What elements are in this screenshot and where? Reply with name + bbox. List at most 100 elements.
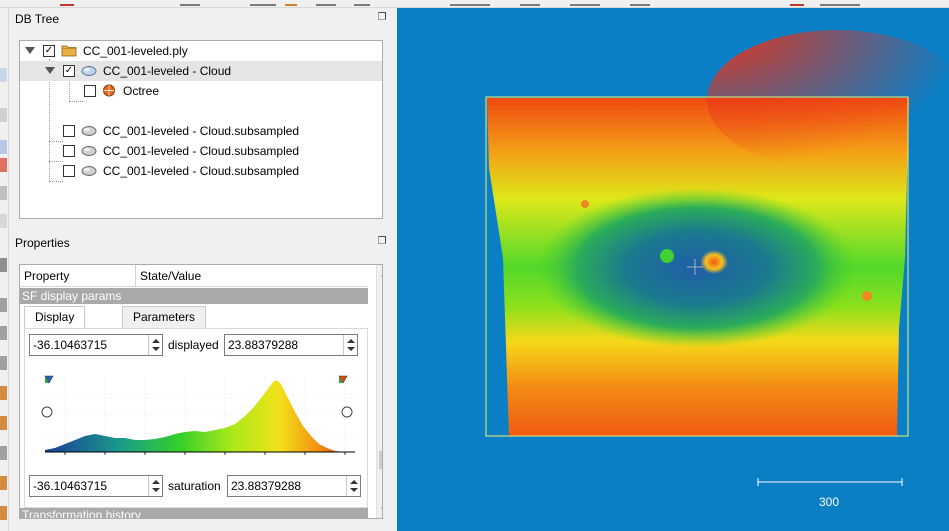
- column-header-property[interactable]: Property: [20, 265, 135, 287]
- float-panel-icon[interactable]: ❐: [376, 12, 388, 24]
- folder-icon: [61, 45, 77, 57]
- toolbar-button[interactable]: [630, 0, 650, 6]
- db-tree-title-text: DB Tree: [15, 12, 60, 26]
- tree-connector: [49, 181, 63, 182]
- tree-item-label: CC_001-leveled - Cloud: [103, 64, 232, 78]
- scale-bar-label: 300: [819, 495, 840, 509]
- tree-item-cloud[interactable]: ✓ CC_001-leveled - Cloud: [20, 61, 382, 81]
- tree-item-label: Octree: [123, 84, 160, 98]
- displayed-max-value: 23.88379288: [228, 338, 299, 352]
- displayed-min-value: -36.10463715: [33, 338, 108, 352]
- tree-item-octree[interactable]: Octree: [20, 81, 382, 101]
- tool-icon[interactable]: [0, 68, 7, 82]
- tool-icon[interactable]: [0, 326, 7, 340]
- tool-icon[interactable]: [0, 446, 7, 460]
- tool-icon[interactable]: [0, 416, 7, 430]
- scroll-thumb[interactable]: [379, 451, 382, 469]
- db-tree-title: DB Tree ❐: [9, 9, 394, 29]
- toolbar-button[interactable]: [316, 0, 336, 6]
- tool-icon[interactable]: [0, 356, 7, 370]
- tree-connector: [69, 101, 83, 102]
- cloud-icon: [81, 166, 97, 176]
- scroll-down-icon[interactable]: [381, 507, 382, 512]
- toolbar-button[interactable]: [520, 0, 540, 6]
- toolbar-button[interactable]: [250, 0, 276, 6]
- saturation-min-spinbox[interactable]: -36.10463715: [29, 475, 163, 497]
- saturation-min-value: -36.10463715: [33, 479, 108, 493]
- tool-icon[interactable]: [0, 140, 7, 154]
- displayed-max-spinbox[interactable]: 23.88379288: [224, 334, 358, 356]
- tree-item-subsampled[interactable]: CC_001-leveled - Cloud.subsampled: [20, 161, 382, 181]
- visibility-checkbox[interactable]: [63, 165, 75, 177]
- histogram-bars: [45, 380, 345, 452]
- tool-icon[interactable]: [0, 214, 7, 228]
- tool-icon[interactable]: [0, 258, 7, 272]
- toolbar-button[interactable]: [60, 0, 74, 6]
- saturation-label: saturation: [168, 479, 221, 493]
- range-min-handle[interactable]: [41, 375, 54, 418]
- point-cloud-render[interactable]: [397, 8, 949, 531]
- spinbox-arrows-icon[interactable]: [346, 476, 360, 496]
- tab-display-ranges[interactable]: Display ranges: [24, 306, 86, 344]
- top-toolbar: [0, 0, 949, 8]
- tree-item-label: CC_001-leveled - Cloud.subsampled: [103, 124, 300, 138]
- visibility-checkbox[interactable]: [84, 85, 96, 97]
- properties-header: Property State/Value: [20, 265, 368, 287]
- 3d-view[interactable]: 300: [397, 8, 949, 531]
- tool-icon[interactable]: [0, 386, 7, 400]
- tool-icon[interactable]: [0, 158, 7, 172]
- tool-icon[interactable]: [0, 298, 7, 312]
- spinbox-arrows-icon[interactable]: [148, 335, 162, 355]
- cloud-icon: [81, 66, 97, 76]
- properties-scrollbar[interactable]: [376, 265, 382, 518]
- display-ranges-panel: -36.10463715 displayed 23.88379288 -36.1…: [24, 328, 368, 508]
- point-cloud-spot: [581, 200, 589, 208]
- saturation-max-spinbox[interactable]: 23.88379288: [227, 475, 361, 497]
- cloud-icon: [81, 126, 97, 136]
- expand-arrow-icon[interactable]: [45, 67, 55, 74]
- toolbar-button[interactable]: [285, 0, 297, 6]
- toolbar-button[interactable]: [354, 0, 370, 6]
- tool-icon[interactable]: [0, 108, 7, 122]
- saturation-max-value: 23.88379288: [231, 479, 302, 493]
- displayed-label: displayed: [168, 338, 219, 352]
- visibility-checkbox[interactable]: [63, 145, 75, 157]
- scale-bar: [757, 478, 903, 486]
- tree-item-subsampled[interactable]: CC_001-leveled - Cloud.subsampled: [20, 121, 382, 141]
- tree-item-ply-file[interactable]: ✓ CC_001-leveled.ply: [20, 41, 382, 61]
- expand-arrow-icon[interactable]: [25, 47, 35, 54]
- visibility-checkbox[interactable]: [63, 125, 75, 137]
- toolbar-button[interactable]: [820, 0, 860, 6]
- section-sf-display-params: SF display params: [20, 288, 368, 304]
- toolbar-button[interactable]: [790, 0, 804, 6]
- point-cloud-spot: [862, 291, 872, 301]
- properties-title: Properties ❐: [9, 233, 394, 253]
- float-panel-icon[interactable]: ❐: [376, 236, 388, 248]
- tree-item-subsampled[interactable]: CC_001-leveled - Cloud.subsampled: [20, 141, 382, 161]
- range-max-handle[interactable]: [338, 375, 353, 418]
- tool-icon[interactable]: [0, 186, 7, 200]
- point-cloud-spot: [660, 249, 674, 263]
- tree-item-label: CC_001-leveled - Cloud.subsampled: [103, 144, 300, 158]
- point-cloud-basin: [537, 188, 857, 348]
- sf-histogram[interactable]: [25, 374, 369, 459]
- displayed-min-spinbox[interactable]: -36.10463715: [29, 334, 163, 356]
- tool-icon[interactable]: [0, 506, 7, 520]
- toolbar-button[interactable]: [180, 0, 200, 6]
- tab-parameters[interactable]: Parameters: [122, 306, 207, 328]
- visibility-checkbox[interactable]: ✓: [43, 45, 55, 57]
- section-transformation-history: Transformation history: [20, 508, 368, 518]
- scroll-up-icon[interactable]: [381, 271, 382, 276]
- spinbox-arrows-icon[interactable]: [343, 335, 357, 355]
- column-header-value[interactable]: State/Value: [135, 265, 368, 287]
- tool-icon[interactable]: [0, 476, 7, 490]
- properties-table: Property State/Value SF display params D…: [19, 264, 383, 519]
- left-toolbar: [0, 8, 9, 531]
- db-tree[interactable]: ✓ CC_001-leveled.ply ✓ CC_001-leveled - …: [19, 40, 383, 219]
- visibility-checkbox[interactable]: ✓: [63, 65, 75, 77]
- db-tree-panel: DB Tree ❐ ✓ CC_001-leveled.ply ✓ CC_001-…: [9, 9, 394, 231]
- toolbar-button[interactable]: [450, 0, 490, 6]
- spinbox-arrows-icon[interactable]: [148, 476, 162, 496]
- toolbar-button[interactable]: [570, 0, 600, 6]
- point-cloud-hotspot: [700, 250, 728, 274]
